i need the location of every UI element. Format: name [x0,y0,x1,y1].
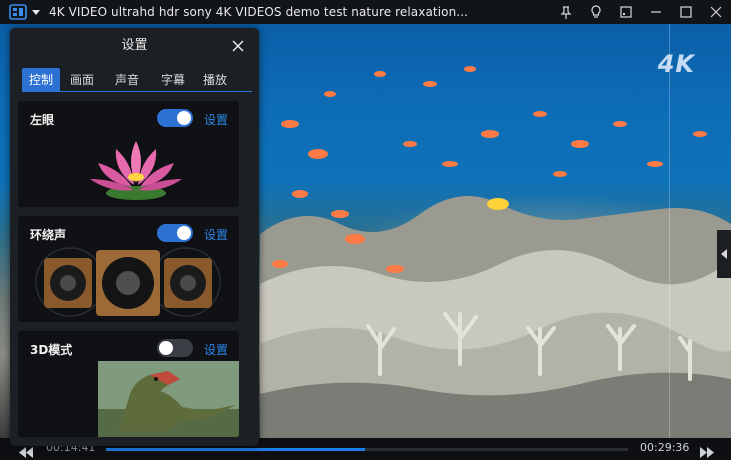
side-panel-toggle[interactable] [717,230,731,278]
total-time: 00:29:36 [640,441,690,454]
pin-icon [560,5,572,19]
rewind-icon [19,447,33,458]
tab-sound[interactable]: 声音 [104,68,150,91]
panel-title: 设置 [121,38,148,53]
minimize-icon [651,11,661,13]
surround-sound-label: 环绕声 [30,228,67,242]
left-eye-label: 左眼 [30,113,55,127]
tab-subtitles[interactable]: 字幕 [150,68,196,91]
toggle-knob [177,111,191,125]
tab-picture[interactable]: 画面 [60,68,104,91]
watermark-4k: 4K [657,50,695,78]
close-window-button[interactable] [701,0,731,24]
left-eye-settings-link[interactable]: 设置 [204,111,228,128]
title-bar: 4K VIDEO ultrahd hdr sony 4K VIDEOS demo… [0,0,731,24]
app-menu-icon[interactable] [9,4,27,20]
left-eye-toggle[interactable] [157,109,193,127]
speakers-image [35,247,221,317]
progress-fill [106,448,365,451]
close-icon [232,40,244,52]
lotus-flower-image [90,141,182,200]
3d-mode-label: 3D模式 [30,343,73,357]
settings-tabs: 控制 画面 声音 字幕 播放 [22,68,252,92]
fast-forward-button[interactable] [699,443,715,460]
window-controls [551,0,731,24]
maximize-button[interactable] [671,0,701,24]
lightbulb-icon [591,5,601,18]
surround-sound-card: 环绕声 设置 [18,216,239,322]
toggle-knob [159,341,173,355]
skin-button[interactable] [611,0,641,24]
maximize-icon [680,6,692,18]
minimize-button[interactable] [641,0,671,24]
arrow-left-icon [721,249,727,259]
settings-panel: 设置 控制 画面 声音 字幕 播放 左眼 设置 环绕声 设置 3D模式 设置 [10,28,259,446]
3d-mode-toggle[interactable] [157,339,193,357]
tab-playback[interactable]: 播放 [196,68,234,91]
left-eye-card: 左眼 设置 [18,101,239,207]
progress-bar[interactable] [106,448,628,451]
panel-close-button[interactable] [232,37,244,52]
tips-button[interactable] [581,0,611,24]
surround-sound-toggle[interactable] [157,224,193,242]
square-dot-icon [620,6,632,18]
window-title: 4K VIDEO ultrahd hdr sony 4K VIDEOS demo… [49,5,469,19]
tab-control[interactable]: 控制 [22,68,60,91]
dinosaur-image [98,361,239,437]
fast-forward-icon [700,447,714,458]
surround-sound-settings-link[interactable]: 设置 [204,226,228,243]
video-divider [669,24,670,438]
3d-mode-settings-link[interactable]: 设置 [204,341,228,358]
3d-mode-card: 3D模式 设置 [18,331,239,437]
caret-down-icon[interactable] [32,9,40,15]
close-icon [710,6,722,18]
pin-button[interactable] [551,0,581,24]
toggle-knob [177,226,191,240]
